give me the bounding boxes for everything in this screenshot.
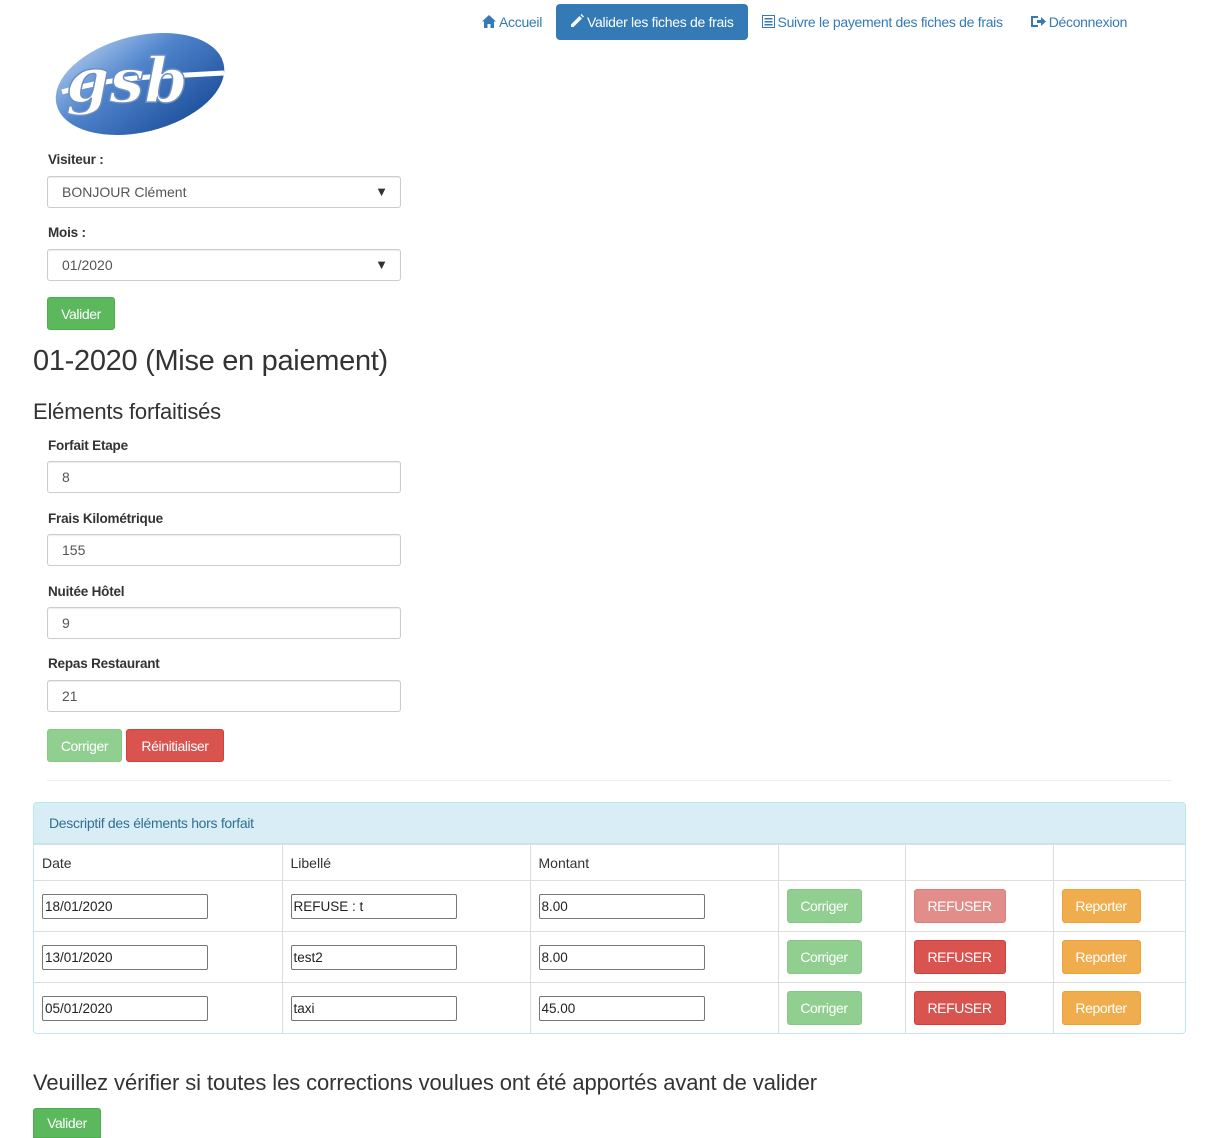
- montant-input[interactable]: 8.00: [538, 893, 705, 919]
- visiteur-select[interactable]: BONJOUR Clément ▼: [47, 176, 401, 208]
- corriger-row-button[interactable]: Corriger: [786, 991, 862, 1025]
- reporter-row-button[interactable]: Reporter: [1061, 889, 1141, 923]
- list-icon: [761, 14, 775, 30]
- col-action-1: [777, 844, 906, 881]
- forfait-etape-label: Forfait Etape: [48, 438, 128, 453]
- col-action-3: [1052, 844, 1185, 881]
- gsb-logo: gsb: [55, 32, 225, 136]
- visiteur-select-value: BONJOUR Clément: [62, 184, 187, 200]
- date-input[interactable]: 18/01/2020: [42, 893, 208, 919]
- col-libelle: Libellé: [281, 844, 531, 881]
- refuser-row-button[interactable]: REFUSER: [913, 940, 1006, 974]
- pencil-icon: [570, 14, 585, 30]
- frais-km-label: Frais Kilométrique: [48, 511, 163, 526]
- corriger-row-button[interactable]: Corriger: [786, 889, 862, 923]
- hors-forfait-table: Date Libellé Montant 18/01/2020 REFUSE :…: [34, 844, 1185, 1033]
- nav-suivre-payement-label: Suivre le payement des fiches de frais: [777, 14, 1003, 30]
- dropdown-arrow-icon: ▼: [375, 184, 388, 199]
- frais-km-input[interactable]: 155: [47, 534, 401, 566]
- table-row: 13/01/2020 test2 8.00 Corriger REFUSER R…: [34, 931, 1185, 983]
- reinitialiser-button[interactable]: Réinitialiser: [126, 729, 224, 762]
- valider-selection-button[interactable]: Valider: [47, 297, 115, 330]
- mois-select-value: 01/2020: [62, 257, 113, 273]
- hors-forfait-panel: Descriptif des éléments hors forfait Dat…: [33, 802, 1186, 1034]
- table-header-row: Date Libellé Montant: [34, 844, 1185, 881]
- nav-deconnexion-label: Déconnexion: [1048, 14, 1128, 30]
- svg-text:gsb: gsb: [66, 44, 188, 117]
- reporter-row-button[interactable]: Reporter: [1061, 991, 1141, 1025]
- libelle-input[interactable]: taxi: [290, 995, 457, 1021]
- nav-valider-fiches[interactable]: Valider les fiches de frais: [556, 4, 748, 40]
- refuser-row-button[interactable]: REFUSER: [913, 991, 1006, 1025]
- forfait-etape-input[interactable]: 8: [47, 461, 401, 493]
- nav-accueil[interactable]: Accueil: [468, 4, 556, 40]
- table-row: 18/01/2020 REFUSE : t 8.00 Corriger REFU…: [34, 880, 1185, 932]
- montant-input[interactable]: 8.00: [538, 944, 705, 970]
- dropdown-arrow-icon: ▼: [375, 257, 388, 272]
- montant-input[interactable]: 45.00: [538, 995, 705, 1021]
- nav-valider-fiches-label: Valider les fiches de frais: [587, 14, 734, 30]
- refuser-row-button[interactable]: REFUSER: [913, 889, 1006, 923]
- repas-restaurant-input[interactable]: 21: [47, 680, 401, 712]
- libelle-input[interactable]: REFUSE : t: [290, 893, 457, 919]
- hors-forfait-heading: Descriptif des éléments hors forfait: [34, 803, 1185, 844]
- libelle-input[interactable]: test2: [290, 944, 457, 970]
- col-date: Date: [34, 844, 283, 881]
- table-row: 05/01/2020 taxi 45.00 Corriger REFUSER R…: [34, 982, 1185, 1033]
- nav-suivre-payement[interactable]: Suivre le payement des fiches de frais: [748, 4, 1017, 40]
- nuitee-hotel-label: Nuitée Hôtel: [48, 584, 125, 599]
- fiche-title: 01-2020 (Mise en paiement): [33, 345, 388, 377]
- reporter-row-button[interactable]: Reporter: [1061, 940, 1141, 974]
- corriger-forfait-button[interactable]: Corriger: [47, 729, 122, 762]
- mois-label: Mois :: [48, 225, 86, 240]
- top-nav: Accueil Valider les fiches de frais Suiv…: [468, 4, 1141, 40]
- valider-fiche-button[interactable]: Valider: [33, 1108, 101, 1138]
- repas-restaurant-label: Repas Restaurant: [48, 656, 160, 671]
- corriger-row-button[interactable]: Corriger: [786, 940, 862, 974]
- date-input[interactable]: 05/01/2020: [42, 995, 208, 1021]
- nav-deconnexion[interactable]: Déconnexion: [1017, 4, 1141, 40]
- validation-notice: Veuillez vérifier si toutes les correcti…: [33, 1070, 817, 1095]
- home-icon: [482, 14, 496, 30]
- col-montant: Montant: [529, 844, 779, 881]
- col-action-2: [904, 844, 1054, 881]
- visiteur-label: Visiteur :: [48, 152, 104, 167]
- forfait-heading: Eléments forfaitisés: [33, 399, 221, 424]
- nav-accueil-label: Accueil: [499, 14, 543, 30]
- mois-select[interactable]: 01/2020 ▼: [47, 249, 401, 281]
- divider: [47, 780, 1172, 781]
- logout-icon: [1030, 15, 1046, 30]
- nuitee-hotel-input[interactable]: 9: [47, 607, 401, 639]
- date-input[interactable]: 13/01/2020: [42, 944, 208, 970]
